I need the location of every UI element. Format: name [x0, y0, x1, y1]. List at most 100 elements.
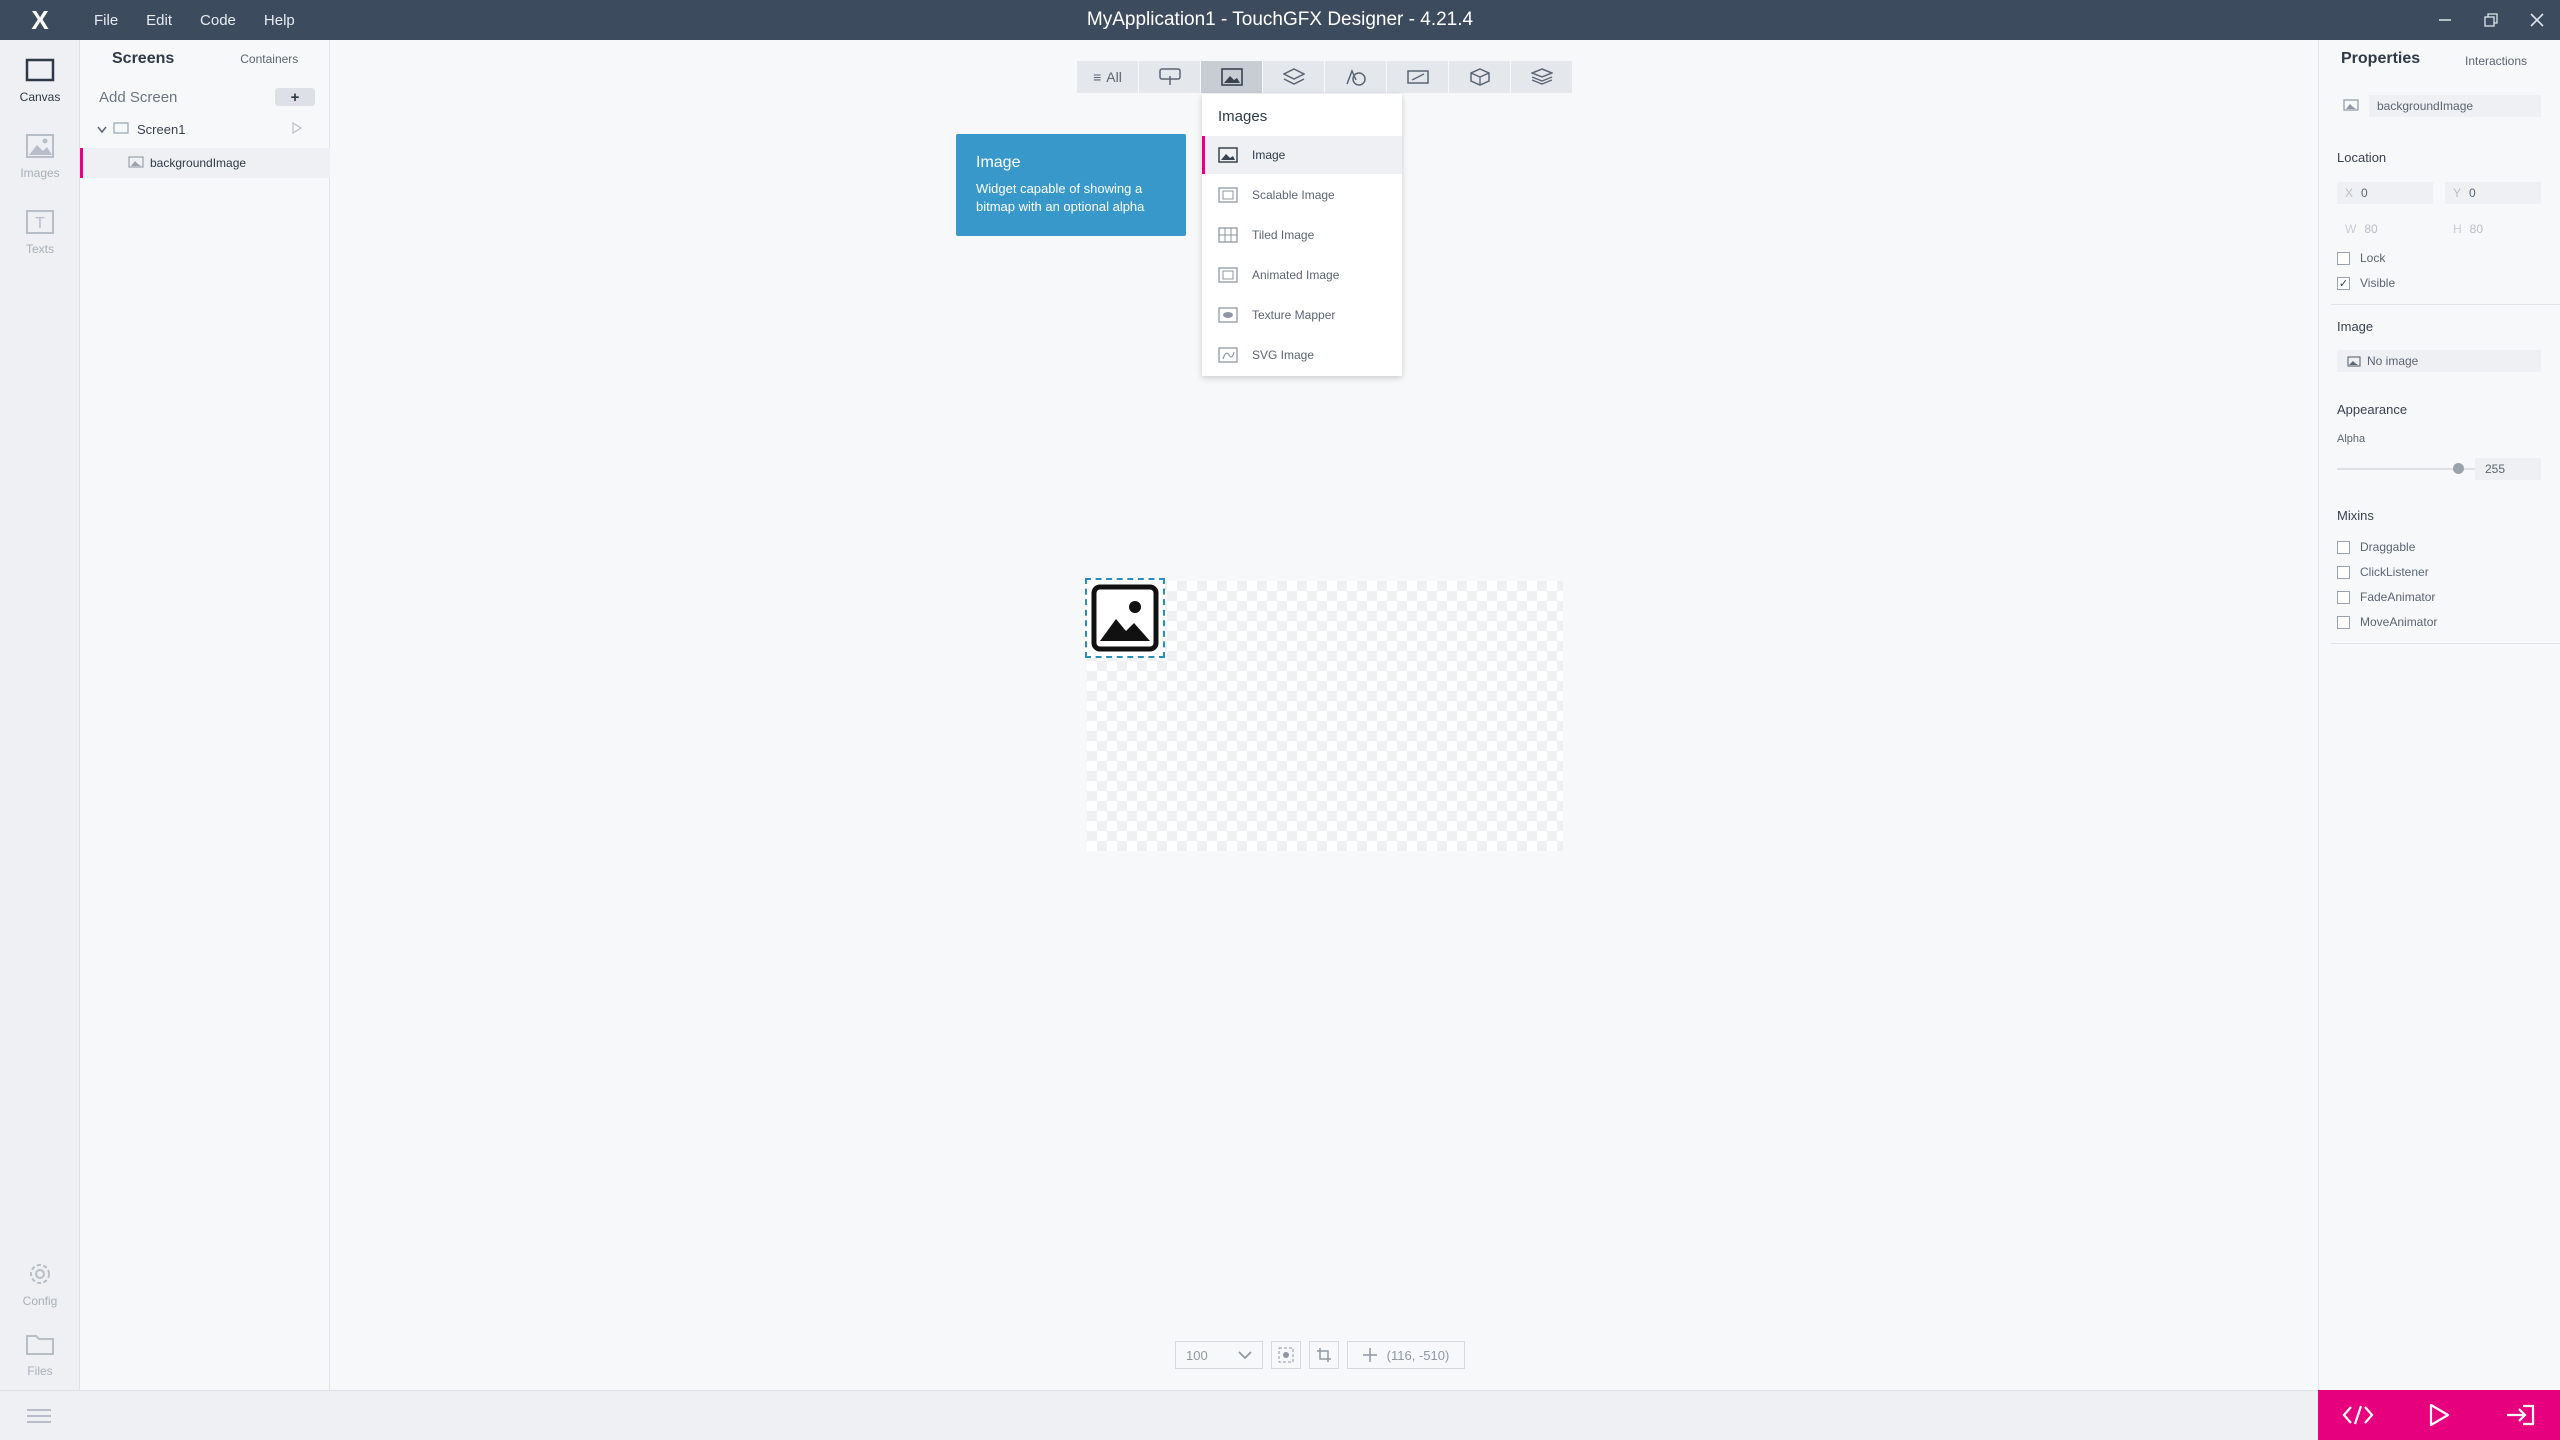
play-icon — [2429, 1403, 2450, 1427]
image-widget-icon — [128, 155, 144, 171]
menu-file[interactable]: File — [94, 12, 132, 29]
app-logo-icon[interactable]: X — [0, 0, 80, 40]
category-3d-button[interactable] — [1449, 61, 1511, 93]
hamburger-icon[interactable] — [26, 1407, 52, 1430]
dropdown-item-texture-mapper[interactable]: Texture Mapper — [1202, 296, 1402, 334]
tree-item-backgroundimage[interactable]: backgroundImage — [80, 148, 330, 178]
alpha-value-field[interactable]: 255 — [2475, 458, 2541, 480]
mixin-label: FadeAnimator — [2360, 590, 2436, 604]
h-field[interactable]: H 80 — [2445, 218, 2541, 240]
lock-label: Lock — [2360, 251, 2386, 265]
category-images-button[interactable] — [1201, 61, 1263, 93]
rail-canvas-label: Canvas — [19, 90, 61, 104]
list-icon: ≡ — [1093, 69, 1102, 85]
dropdown-item-label: Image — [1252, 148, 1286, 162]
chevron-down-icon[interactable] — [97, 122, 107, 137]
check-icon[interactable]: ✓ — [2337, 276, 2350, 290]
play-screen-icon[interactable] — [292, 121, 303, 137]
images-widget-dropdown: Images Image Scalable Image Tiled Image … — [1202, 94, 1402, 376]
rail-images[interactable]: Images — [0, 130, 80, 200]
window-title: MyApplication1 - TouchGFX Designer - 4.2… — [1086, 9, 1474, 30]
close-icon[interactable] — [2514, 0, 2560, 40]
background-image-widget[interactable] — [1085, 578, 1165, 658]
dropdown-item-label: Animated Image — [1252, 268, 1340, 282]
y-label: Y — [2453, 186, 2462, 200]
x-value: 0 — [2361, 186, 2368, 200]
bottom-bar — [0, 1390, 2318, 1440]
tab-containers[interactable]: Containers — [240, 52, 298, 66]
crop-button[interactable] — [1309, 1341, 1339, 1369]
dropdown-item-image[interactable]: Image — [1202, 136, 1402, 174]
w-label: W — [2345, 222, 2357, 236]
folder-icon — [24, 1328, 56, 1360]
tree-item-label: Screen1 — [137, 121, 186, 137]
minimize-icon[interactable] — [2422, 0, 2468, 40]
appearance-section-label: Appearance — [2337, 402, 2408, 417]
tab-interactions[interactable]: Interactions — [2465, 54, 2527, 68]
rail-files[interactable]: Files — [0, 1328, 80, 1398]
x-field[interactable]: X 0 — [2337, 182, 2433, 204]
dropdown-item-label: SVG Image — [1252, 348, 1315, 362]
w-field[interactable]: W 80 — [2337, 218, 2433, 240]
tab-properties[interactable]: Properties — [2341, 50, 2420, 68]
tab-screens[interactable]: Screens — [112, 50, 174, 68]
visible-checkbox[interactable]: ✓ Visible — [2337, 276, 2395, 290]
dropdown-item-tiled-image[interactable]: Tiled Image — [1202, 216, 1402, 254]
fit-view-button[interactable] — [1271, 1341, 1301, 1369]
checkbox-box[interactable] — [2337, 615, 2350, 629]
window-controls — [2422, 0, 2560, 40]
images-icon — [24, 130, 56, 162]
stack-icon — [1530, 68, 1553, 85]
code-icon — [2342, 1405, 2374, 1425]
run-target-button[interactable] — [2495, 1390, 2545, 1440]
category-interaction-button[interactable] — [1139, 61, 1201, 93]
dropdown-item-animated-image[interactable]: Animated Image — [1202, 256, 1402, 294]
menu-edit[interactable]: Edit — [146, 12, 186, 29]
widget-name-field[interactable]: backgroundImage — [2369, 95, 2541, 117]
alpha-slider-handle[interactable] — [2453, 463, 2464, 474]
gear-icon — [24, 1258, 56, 1290]
animated-image-icon — [1218, 267, 1238, 283]
rail-config[interactable]: Config — [0, 1258, 80, 1328]
checkbox-box[interactable] — [2337, 540, 2350, 554]
checkbox-box[interactable] — [2337, 565, 2350, 579]
mixin-moveanimator-checkbox[interactable]: MoveAnimator — [2337, 615, 2437, 629]
texture-mapper-icon — [1218, 307, 1238, 323]
category-containers-button[interactable] — [1263, 61, 1325, 93]
menu-code[interactable]: Code — [200, 12, 250, 29]
crop-icon — [1317, 1348, 1331, 1362]
category-miscellaneous-button[interactable] — [1387, 61, 1449, 93]
menu-help[interactable]: Help — [264, 12, 309, 29]
y-value: 0 — [2469, 186, 2476, 200]
dropdown-item-label: Texture Mapper — [1252, 308, 1336, 322]
generate-code-button[interactable] — [2333, 1390, 2383, 1440]
checkbox-box[interactable] — [2337, 251, 2350, 265]
mixin-clicklistener-checkbox[interactable]: ClickListener — [2337, 565, 2429, 579]
category-shapes-button[interactable] — [1325, 61, 1387, 93]
mixin-label: Draggable — [2360, 540, 2416, 554]
dropdown-item-scalable-image[interactable]: Scalable Image — [1202, 176, 1402, 214]
rail-canvas[interactable]: Canvas — [0, 54, 80, 124]
images-icon — [1220, 68, 1243, 86]
add-screen-button[interactable]: + — [275, 88, 315, 106]
category-layers-button[interactable] — [1511, 61, 1573, 93]
tree-item-screen1[interactable]: Screen1 — [80, 114, 330, 144]
rail-files-label: Files — [27, 1364, 53, 1378]
divider — [2331, 643, 2560, 644]
interaction-icon — [1158, 68, 1181, 85]
y-field[interactable]: Y 0 — [2445, 182, 2541, 204]
run-simulator-button[interactable] — [2414, 1390, 2464, 1440]
widget-type-icon — [2343, 99, 2359, 111]
image-select-field[interactable]: No image — [2337, 350, 2541, 372]
screens-panel-tabs: Screens Containers — [80, 40, 329, 78]
lock-checkbox[interactable]: Lock — [2337, 251, 2385, 265]
restore-icon[interactable] — [2468, 0, 2514, 40]
checkbox-box[interactable] — [2337, 590, 2350, 604]
mixins-section-label: Mixins — [2337, 508, 2374, 523]
rail-texts[interactable]: T Texts — [0, 206, 80, 276]
mixin-draggable-checkbox[interactable]: Draggable — [2337, 540, 2415, 554]
category-all-button[interactable]: ≡ All — [1077, 61, 1139, 93]
mixin-fadeanimator-checkbox[interactable]: FadeAnimator — [2337, 590, 2435, 604]
zoom-select[interactable]: 100 — [1175, 1341, 1263, 1369]
dropdown-item-svg-image[interactable]: SVG Image — [1202, 336, 1402, 374]
